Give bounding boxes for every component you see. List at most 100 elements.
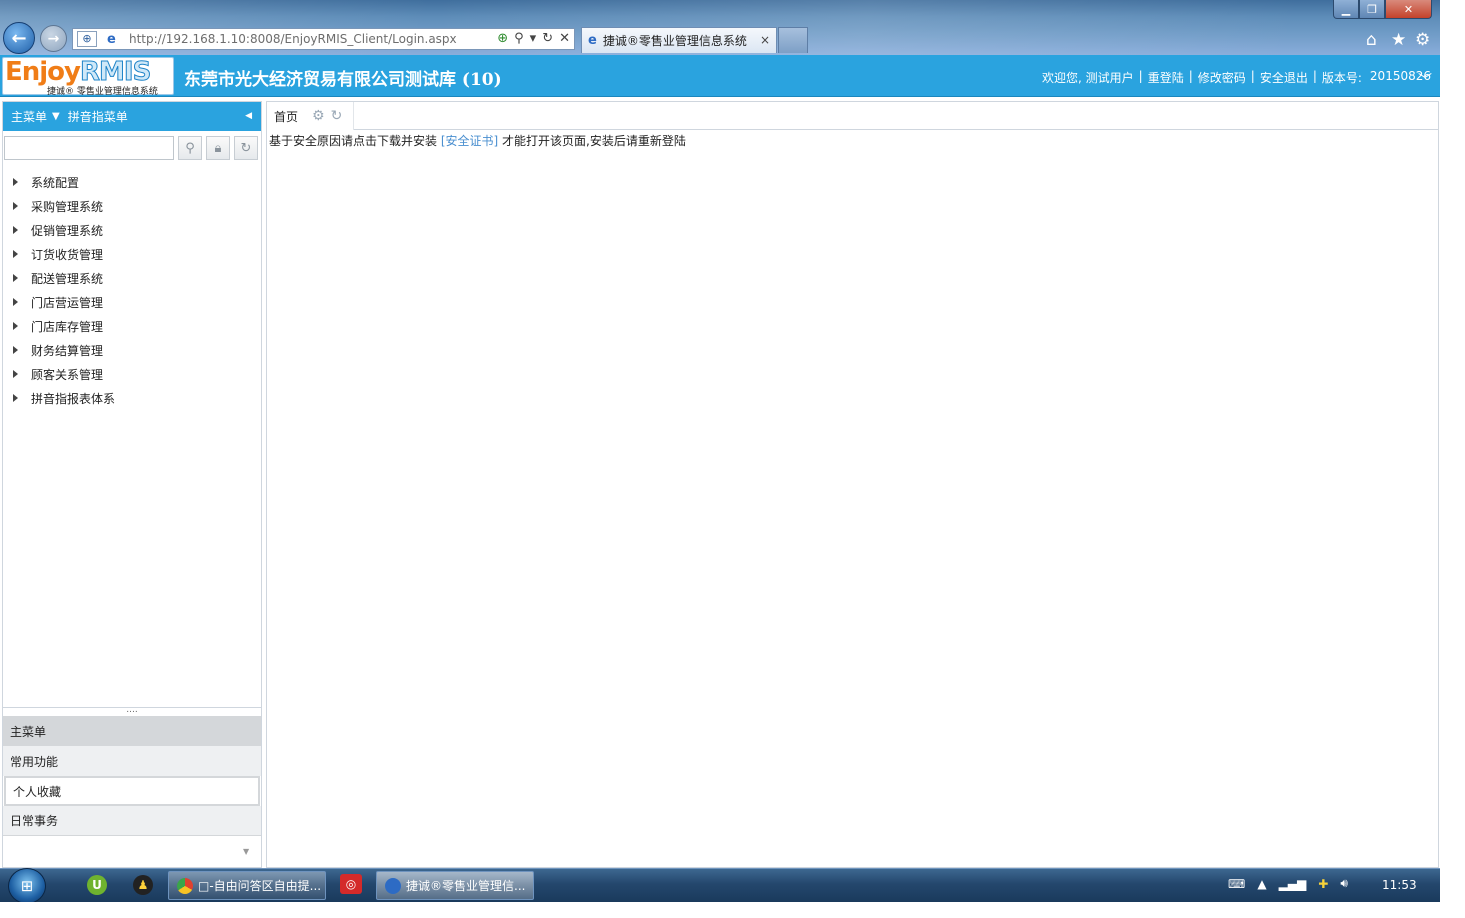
accordion-favorites[interactable]: 个人收藏 [4, 776, 260, 806]
ie-page-icon: e [107, 32, 116, 47]
tab-ie-icon: e [588, 33, 597, 48]
home-icon[interactable]: ⌂ [1366, 30, 1377, 50]
keyboard-icon[interactable]: ⌨ [1228, 877, 1245, 891]
expand-arrow-icon[interactable] [13, 322, 18, 330]
restore-button[interactable]: ❐ [1359, 0, 1385, 19]
accordion-common-functions[interactable]: 常用功能 [3, 746, 261, 776]
refresh-icon[interactable]: ↻ [542, 31, 553, 46]
menu-dropdown-icon[interactable]: ▼ [52, 111, 60, 122]
expand-arrow-icon[interactable] [13, 202, 18, 210]
browser-tab[interactable]: e 捷诚®零售业管理信息系统 × [581, 27, 777, 53]
compatibility-view-icon[interactable]: ⊕ [77, 31, 97, 47]
search-icon: ⚲ [185, 140, 195, 156]
security-notice: 基于安全原因请点击下载并安装 [安全证书] 才能打开该页面,安装后请重新登陆 [269, 132, 686, 149]
accordion-daily-affairs[interactable]: 日常事务 [3, 806, 261, 836]
address-bar[interactable]: ⊕ e http://192.168.1.10:8008/EnjoyRMIS_C… [72, 28, 575, 50]
dropdown-icon[interactable]: ▾ [530, 31, 537, 46]
separator: | [1250, 69, 1255, 83]
separator: | [1138, 69, 1143, 83]
change-password-link[interactable]: 修改密码 [1198, 69, 1246, 86]
company-title: 东莞市光大经济贸易有限公司测试库 (10) [184, 70, 502, 90]
refresh-icon: ↻ [240, 140, 252, 156]
volume-icon[interactable]: 🔊︎ [1340, 876, 1348, 891]
refresh-button[interactable]: ↻ [234, 136, 258, 160]
addon-icon[interactable]: ⊕ [497, 31, 508, 46]
tree-item-label: 财务结算管理 [31, 343, 104, 358]
expand-arrow-icon[interactable] [13, 250, 18, 258]
notice-suffix: 才能打开该页面,安装后请重新登陆 [502, 134, 686, 148]
tab-close-icon[interactable]: × [760, 33, 770, 47]
tab-settings-gear-icon[interactable]: ⚙ [312, 108, 325, 124]
notice-prefix: 基于安全原因请点击下载并安装 [269, 134, 438, 148]
tools-gear-icon[interactable]: ⚙ [1415, 30, 1430, 50]
expand-arrow-icon[interactable] [13, 394, 18, 402]
expand-arrow-icon[interactable] [13, 298, 18, 306]
tree-item[interactable]: 订货收货管理 [3, 242, 261, 266]
show-hidden-icons-icon[interactable]: ▲ [1257, 877, 1266, 891]
qq-penguin-icon[interactable]: ♟ [133, 875, 153, 895]
expand-arrow-icon[interactable] [13, 370, 18, 378]
main-content-panel: 首页 ⚙ ↻ 基于安全原因请点击下载并安装 [安全证书] 才能打开该页面,安装后… [266, 101, 1439, 868]
search-button[interactable]: ⚲ [178, 136, 202, 160]
collapse-panel-icon[interactable]: ◀ [245, 111, 252, 121]
tree-item-label: 顾客关系管理 [31, 367, 104, 382]
user-bar: 欢迎您, 测试用户 | 重登陆 | 修改密码 | 安全退出 | 版本号: 201… [1042, 69, 1431, 86]
logo-accent: RMIS [79, 57, 151, 88]
start-button[interactable]: ⊞ [8, 868, 46, 904]
tab-home-label: 首页 [274, 109, 299, 124]
forward-button[interactable]: → [40, 25, 67, 52]
accordion-main-menu[interactable]: 主菜单 [3, 716, 261, 746]
red-app-icon[interactable]: ◎ [340, 874, 362, 894]
taskbar-task-chrome[interactable]: □-自由问答区自由提... [168, 871, 326, 900]
tree-item-label: 订货收货管理 [31, 247, 104, 262]
close-window-button[interactable]: ✕ [1385, 0, 1432, 19]
tree-item[interactable]: 促销管理系统 [3, 218, 261, 242]
security-certificate-link[interactable]: [安全证书] [441, 134, 498, 148]
welcome-user: 欢迎您, 测试用户 [1042, 71, 1134, 85]
expand-arrow-icon[interactable] [13, 274, 18, 282]
tree-item[interactable]: 系统配置 [3, 170, 261, 194]
stop-icon[interactable]: ✕ [559, 31, 570, 46]
tree-item[interactable]: 拼音指报表体系 [3, 386, 261, 410]
taskbar-clock[interactable]: 11:53 [1382, 878, 1417, 892]
address-url[interactable]: http://192.168.1.10:8008/EnjoyRMIS_Clien… [129, 32, 457, 46]
back-button[interactable]: ← [3, 22, 35, 54]
version-label: 版本号: [1321, 71, 1362, 85]
security-shield-icon[interactable]: ✚ [1318, 877, 1328, 891]
favorites-star-icon[interactable]: ★ [1391, 30, 1406, 50]
main-menu-tab[interactable]: 主菜单 [11, 108, 47, 125]
expand-arrow-icon[interactable] [13, 346, 18, 354]
panel-splitter[interactable]: .... [3, 706, 261, 715]
tree-item[interactable]: 顾客关系管理 [3, 362, 261, 386]
tree-item-label: 门店库存管理 [31, 319, 104, 334]
new-tab-button[interactable] [778, 27, 808, 53]
tree-item-label: 拼音指报表体系 [31, 391, 116, 406]
system-tray: ⌨ ▲ ▂▄▆ ✚ 🔊︎ [1228, 876, 1348, 891]
expand-arrow-icon[interactable] [13, 178, 18, 186]
expand-arrow-icon[interactable] [13, 226, 18, 234]
tab-home[interactable]: 首页 ⚙ ↻ [267, 102, 354, 130]
tree-item[interactable]: 门店营运管理 [3, 290, 261, 314]
minimize-button[interactable]: ▁ [1333, 0, 1359, 19]
scroll-down-icon[interactable]: ▼ [243, 847, 249, 856]
taskbar-task-ie[interactable]: 捷诚®零售业管理信... [376, 871, 534, 900]
menu-header: 主菜单 ▼ 拼音指菜单 ◀ [3, 102, 261, 131]
search-icon[interactable]: ⚲ [514, 31, 524, 46]
tab-refresh-icon[interactable]: ↻ [331, 108, 343, 124]
relogin-link[interactable]: 重登陆 [1148, 69, 1184, 86]
bottom-strip [0, 902, 1440, 918]
logo-subtitle: 捷诚® 零售业管理信息系统 [47, 87, 158, 97]
logout-link[interactable]: 安全退出 [1260, 69, 1308, 86]
lock-button[interactable]: 🔒︎ [206, 136, 230, 160]
network-signal-icon[interactable]: ▂▄▆ [1279, 877, 1307, 891]
window-controls: ▁ ❐ ✕ [1333, 0, 1432, 19]
menu-search-input[interactable] [4, 136, 174, 160]
pinyin-menu-tab[interactable]: 拼音指菜单 [68, 108, 128, 125]
taskbar-app-icon[interactable]: U [87, 875, 107, 895]
collapse-header-icon[interactable]: ﹀ [1418, 70, 1432, 90]
tree-item-label: 促销管理系统 [31, 223, 104, 238]
tree-item[interactable]: 门店库存管理 [3, 314, 261, 338]
tree-item[interactable]: 配送管理系统 [3, 266, 261, 290]
tree-item[interactable]: 财务结算管理 [3, 338, 261, 362]
tree-item[interactable]: 采购管理系统 [3, 194, 261, 218]
